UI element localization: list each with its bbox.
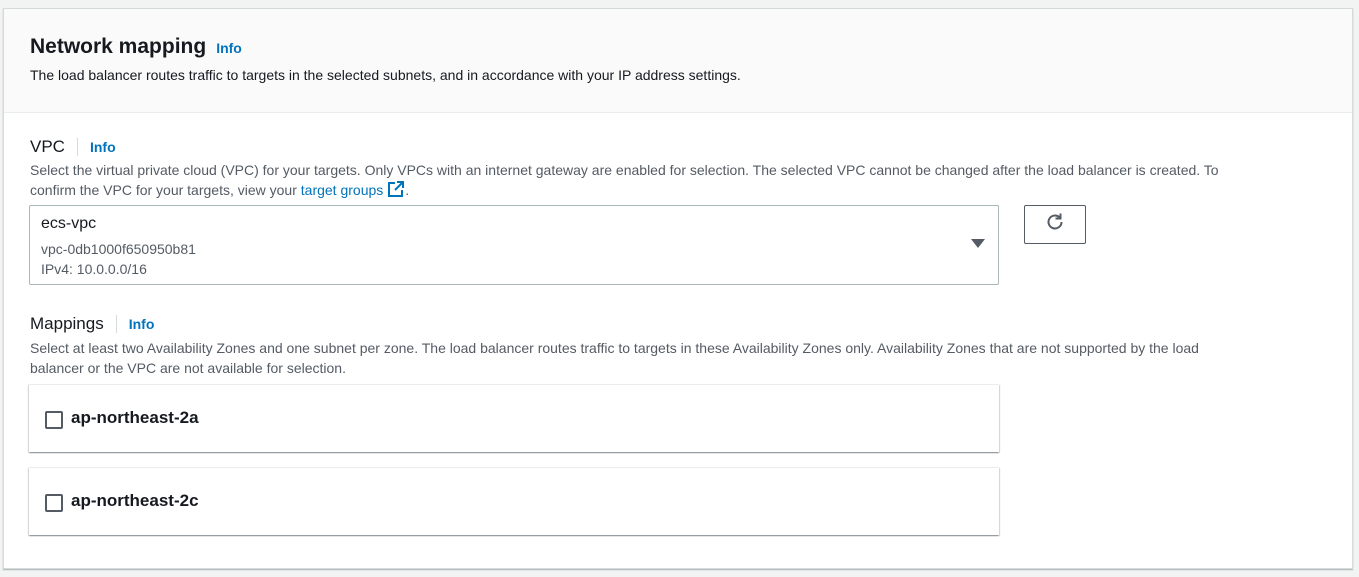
vpc-selected-cidr: IPv4: 10.0.0.0/16	[41, 261, 147, 277]
target-groups-link[interactable]: target groups	[301, 181, 406, 198]
mappings-description-line2: balancer or the VPC are not available fo…	[30, 360, 346, 376]
vpc-selected-name: ecs-vpc	[41, 215, 97, 232]
mappings-description: Select at least two Availability Zones a…	[30, 338, 1335, 378]
vpc-description: Select the virtual private cloud (VPC) f…	[30, 160, 1335, 203]
vpc-label: VPC	[30, 137, 65, 156]
panel-description: The load balancer routes traffic to targ…	[30, 67, 741, 83]
vpc-description-line2: confirm the VPC for your targets, view y…	[30, 182, 301, 198]
mappings-label-row: Mappings Info	[30, 314, 154, 334]
availability-zone-card: ap-northeast-2c	[29, 467, 999, 535]
vpc-info-link[interactable]: Info	[90, 139, 116, 155]
caret-down-icon	[971, 239, 985, 248]
az-checkbox-ap-northeast-2a[interactable]	[45, 411, 63, 429]
vpc-select[interactable]: ecs-vpc vpc-0db1000f650950b81 IPv4: 10.0…	[29, 205, 999, 285]
title-row: Network mapping Info	[30, 35, 242, 59]
network-mapping-panel: Network mapping Info The load balancer r…	[3, 8, 1353, 569]
refresh-icon	[1044, 211, 1066, 238]
az-label[interactable]: ap-northeast-2c	[71, 491, 199, 511]
label-divider	[115, 315, 117, 333]
vpc-description-end: .	[405, 182, 410, 198]
panel-header: Network mapping Info The load balancer r…	[4, 9, 1352, 113]
refresh-button[interactable]	[1024, 205, 1086, 244]
panel-title: Network mapping	[30, 35, 207, 58]
az-checkbox-ap-northeast-2c[interactable]	[45, 494, 63, 512]
vpc-label-row: VPC Info	[30, 137, 116, 157]
availability-zone-card: ap-northeast-2a	[29, 384, 999, 452]
mappings-info-link[interactable]: Info	[129, 316, 155, 332]
external-link-icon[interactable]	[387, 181, 405, 203]
target-groups-link-text[interactable]: target groups	[301, 182, 384, 198]
label-divider	[76, 138, 78, 156]
vpc-selected-id: vpc-0db1000f650950b81	[41, 241, 196, 257]
vpc-description-line1: Select the virtual private cloud (VPC) f…	[30, 162, 1219, 178]
az-label[interactable]: ap-northeast-2a	[71, 408, 199, 428]
mappings-label: Mappings	[30, 314, 104, 333]
mappings-description-line1: Select at least two Availability Zones a…	[30, 340, 1199, 356]
network-mapping-info-link[interactable]: Info	[216, 40, 242, 56]
